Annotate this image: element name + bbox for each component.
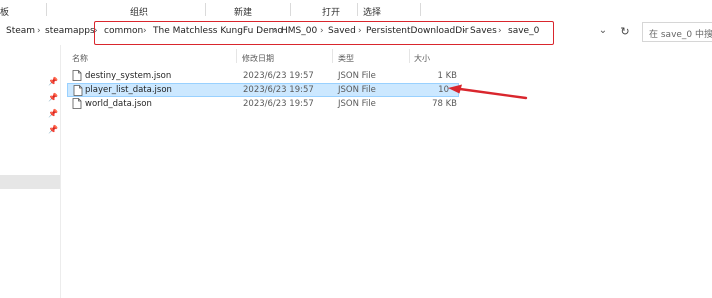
ribbon-group-partial: 板 [0, 8, 10, 18]
json-file-icon [72, 98, 82, 109]
ribbon-divider [205, 3, 206, 16]
file-type: JSON File [338, 99, 376, 109]
file-row-selected[interactable]: player_list_data.json 2023/6/23 19:57 JS… [67, 83, 459, 97]
ribbon-divider [290, 3, 291, 16]
column-header-name[interactable]: 名称 [72, 53, 88, 64]
ribbon-group-new: 新建 [234, 8, 253, 18]
pin-icon: 📌 [48, 77, 58, 86]
file-type: JSON File [338, 71, 376, 81]
search-input[interactable]: 在 save_0 中搜索 [642, 22, 712, 42]
file-name: world_data.json [85, 99, 152, 109]
ribbon-group-select: 选择 [363, 8, 382, 18]
file-type: JSON File [338, 85, 376, 95]
annotation-arrow-icon [448, 84, 528, 100]
column-header-modified[interactable]: 修改日期 [242, 53, 274, 64]
chevron-down-icon[interactable]: ⌄ [596, 25, 610, 39]
file-modified: 2023/6/23 19:57 [243, 99, 314, 109]
file-row[interactable]: destiny_system.json 2023/6/23 19:57 JSON… [67, 69, 459, 83]
ribbon: 板 组织 新建 打开 选择 [0, 0, 712, 19]
column-divider[interactable] [409, 49, 410, 63]
breadcrumb-steam[interactable]: Steam [6, 26, 35, 36]
pin-icon: 📌 [48, 93, 58, 102]
navigation-pane[interactable]: 📌 📌 📌 📌 [0, 45, 61, 298]
json-file-icon [73, 85, 83, 96]
file-modified: 2023/6/23 19:57 [243, 71, 314, 81]
ribbon-divider [46, 3, 47, 16]
file-name: destiny_system.json [85, 71, 172, 81]
file-modified: 2023/6/23 19:57 [243, 85, 314, 95]
json-file-icon [72, 70, 82, 81]
refresh-icon[interactable]: ↻ [616, 23, 634, 41]
nav-selected-item[interactable] [0, 175, 60, 189]
column-divider[interactable] [236, 49, 237, 63]
file-row[interactable]: world_data.json 2023/6/23 19:57 JSON Fil… [67, 97, 459, 111]
pin-icon: 📌 [48, 125, 58, 134]
column-header-size[interactable]: 大小 [414, 53, 430, 64]
ribbon-divider [357, 3, 358, 16]
ribbon-group-organize: 组织 [130, 8, 149, 18]
ribbon-divider [420, 3, 421, 16]
column-divider[interactable] [332, 49, 333, 63]
pin-icon: 📌 [48, 109, 58, 118]
file-name: player_list_data.json [85, 85, 172, 95]
column-header-type[interactable]: 类型 [338, 53, 354, 64]
breadcrumb-chevron-icon[interactable]: › [37, 26, 41, 36]
highlight-box [94, 21, 554, 45]
file-size: 1 KB [437, 71, 457, 81]
breadcrumb-steamapps[interactable]: steamapps [45, 26, 95, 36]
ribbon-group-open: 打开 [322, 8, 341, 18]
